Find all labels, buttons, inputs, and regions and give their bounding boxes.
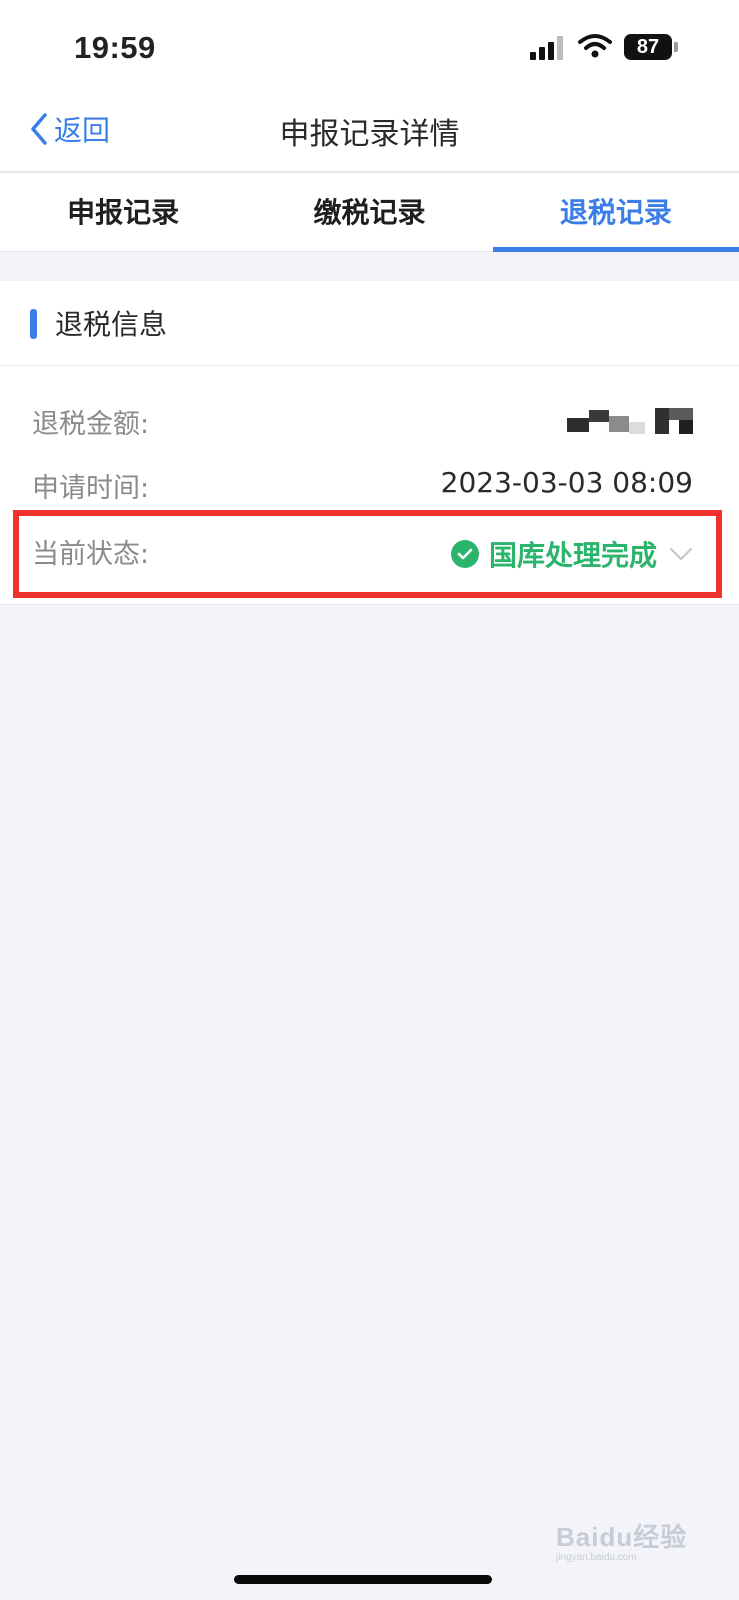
baidu-jingyan-watermark: Baidu经验 jingyan.baidu.com <box>556 1517 687 1563</box>
tab-declaration-records[interactable]: 申报记录 <box>0 173 246 251</box>
record-tabs: 申报记录 缴税记录 退税记录 <box>0 173 739 252</box>
watermark-brand: Baidu经验 <box>556 1522 688 1552</box>
status-bar: 19:59 87 <box>0 0 739 95</box>
section-header: 退税信息 <box>0 281 739 366</box>
status-time: 19:59 <box>74 30 156 65</box>
refund-amount-label: 退税金额: <box>32 409 150 440</box>
tab-refund-records[interactable]: 退税记录 <box>492 173 739 252</box>
refund-amount-mosaic <box>567 408 693 434</box>
apply-time-value: 2023-03-03 08:09 <box>440 466 693 499</box>
battery-tip <box>674 42 678 52</box>
home-indicator[interactable] <box>234 1575 492 1584</box>
navigation-bar: 返回 申报记录详情 <box>0 95 739 173</box>
watermark-domain: jingyan.baidu.com <box>556 1552 637 1563</box>
page-title: 申报记录详情 <box>279 117 460 152</box>
highlight-annotation-box <box>13 510 722 598</box>
apply-time-label: 申请时间: <box>32 473 150 504</box>
signal-icon <box>530 36 564 60</box>
section-title: 退税信息 <box>55 308 168 341</box>
battery-icon: 87 <box>624 34 672 60</box>
section-accent-bar <box>30 309 37 339</box>
tab-payment-records[interactable]: 缴税记录 <box>246 173 492 251</box>
wifi-icon <box>578 34 612 58</box>
